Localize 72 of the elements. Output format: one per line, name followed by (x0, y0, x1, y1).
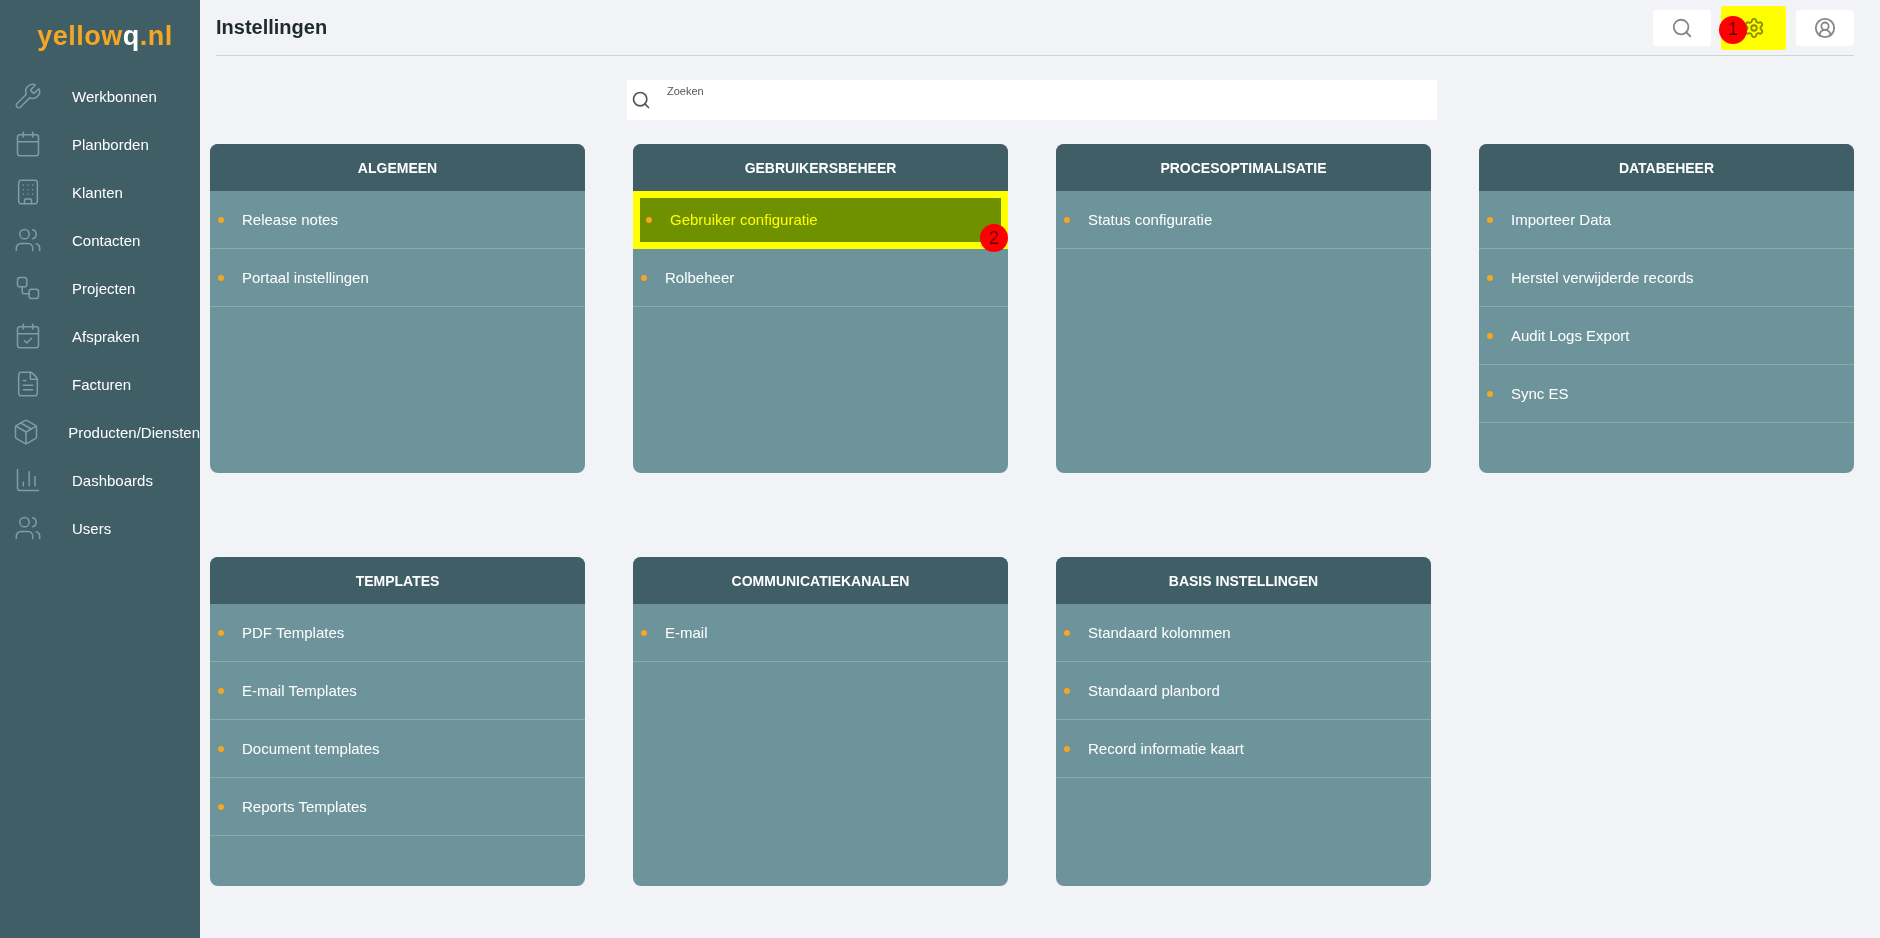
bullet-icon (1487, 274, 1493, 281)
sidebar-item[interactable]: Projecten (0, 264, 200, 312)
logo: yellowq.nl (36, 19, 174, 53)
sidebar-item-label: Producten/Diensten (68, 423, 200, 441)
sidebar-item[interactable]: Facturen (0, 360, 200, 408)
sidebar-item[interactable]: Afspraken (0, 312, 200, 360)
settings-link[interactable]: PDF Templates (210, 604, 585, 662)
card-title: PROCESOPTIMALISATIE (1056, 144, 1431, 191)
bullet-icon (1487, 390, 1493, 397)
sidebar-item[interactable]: Planborden (0, 120, 200, 168)
bullet-icon (1064, 629, 1070, 636)
settings-link[interactable]: E-mail (633, 604, 1008, 662)
account-button[interactable] (1796, 9, 1854, 46)
sidebar-item-label: Werkbonnen (72, 87, 157, 105)
sidebar-item[interactable]: Users (0, 504, 200, 552)
sidebar-item[interactable]: Werkbonnen (0, 72, 200, 120)
settings-link[interactable]: Reports Templates (210, 778, 585, 836)
sidebar-item[interactable]: Contacten (0, 216, 200, 264)
sidebar-item[interactable]: Producten/Diensten (0, 408, 200, 456)
step-marker: 1 (1719, 15, 1747, 44)
search-button[interactable] (1653, 9, 1711, 46)
sidebar-item-label: Afspraken (72, 327, 140, 345)
bullet-icon (218, 216, 224, 223)
bullet-icon (641, 629, 647, 636)
step-marker: 2 (980, 224, 1008, 252)
search-icon (631, 90, 651, 110)
sidebar-item-label: Planborden (72, 135, 149, 153)
bullet-icon (641, 274, 647, 281)
card-title: TEMPLATES (210, 557, 585, 604)
account-icon (1814, 16, 1836, 39)
settings-link[interactable]: Standaard kolommen (1056, 604, 1431, 662)
settings-link[interactable]: Gebruiker configuratie 2 (633, 191, 1008, 249)
card-title: DATABEHEER (1479, 144, 1854, 191)
settings-link[interactable]: Record informatie kaart (1056, 720, 1431, 778)
card-title: GEBRUIKERSBEHEER (633, 144, 1008, 191)
settings-link[interactable]: Sync ES (1479, 365, 1854, 423)
bullet-icon (218, 629, 224, 636)
bullet-icon (1064, 745, 1070, 752)
settings-button[interactable]: 1 (1721, 5, 1786, 50)
page-title: Instellingen (216, 16, 328, 39)
settings-link[interactable]: Document templates (210, 720, 585, 778)
sidebar-item-label: Dashboards (72, 471, 153, 489)
settings-link[interactable]: Status configuratie (1056, 191, 1431, 249)
sidebar-item[interactable]: Klanten (0, 168, 200, 216)
bullet-icon (218, 687, 224, 694)
sidebar-item-label: Klanten (72, 183, 123, 201)
settings-link[interactable]: Rolbeheer (633, 249, 1008, 307)
card-title: BASIS INSTELLINGEN (1056, 557, 1431, 604)
bullet-icon (1487, 216, 1493, 223)
bullet-icon (218, 274, 224, 281)
bullet-icon (1064, 687, 1070, 694)
settings-link[interactable]: Standaard planbord (1056, 662, 1431, 720)
sidebar-item-label: Contacten (72, 231, 141, 249)
bullet-icon (218, 803, 224, 810)
card-title: COMMUNICATIEKANALEN (633, 557, 1008, 604)
settings-link[interactable]: Herstel verwijderde records (1479, 249, 1854, 307)
card-title: ALGEMEEN (210, 144, 585, 191)
settings-link[interactable]: Portaal instellingen (210, 249, 585, 307)
bullet-icon (1064, 216, 1070, 223)
bullet-icon (1487, 332, 1493, 339)
bullet-icon (218, 745, 224, 752)
sidebar-item-label: Users (72, 519, 112, 537)
sidebar-item[interactable]: Dashboards (0, 456, 200, 504)
sidebar-item-label: Facturen (72, 375, 132, 393)
search-field[interactable]: Zoeken (627, 80, 1437, 120)
settings-link[interactable]: E-mail Templates (210, 662, 585, 720)
search-icon (1671, 16, 1693, 39)
bullet-icon (646, 216, 652, 223)
settings-link[interactable]: Importeer Data (1479, 191, 1854, 249)
settings-link[interactable]: Release notes (210, 191, 585, 249)
settings-link[interactable]: Audit Logs Export (1479, 307, 1854, 365)
sidebar-item-label: Projecten (72, 279, 136, 297)
